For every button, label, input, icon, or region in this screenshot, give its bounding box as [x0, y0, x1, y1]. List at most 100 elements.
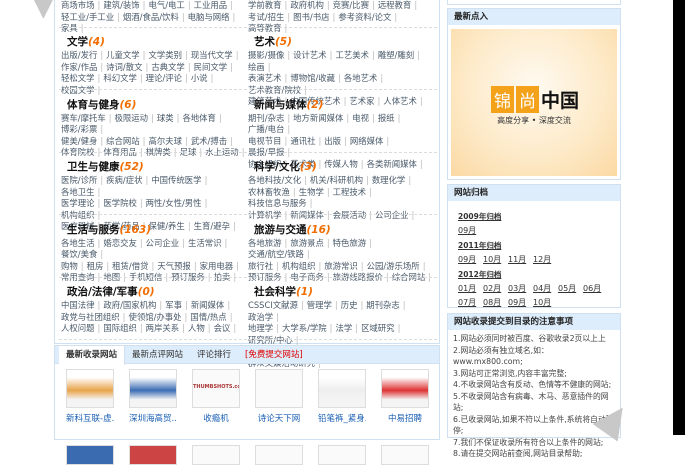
archive-year[interactable]: 2012年归档	[458, 269, 620, 280]
thumbnail-image[interactable]	[255, 369, 303, 408]
category-title[interactable]: 生活与服务	[67, 224, 120, 236]
category-heading[interactable]: 科学/文化(3)	[254, 160, 436, 175]
thumbnail-caption[interactable]: 新科互联-虚..	[66, 412, 114, 424]
category-heading[interactable]: 卫生与健康(52)	[67, 160, 249, 175]
category-link[interactable]: 远程教育	[378, 0, 412, 10]
category-link[interactable]: 政府机构	[290, 0, 324, 10]
category-link[interactable]: 摄影/摄像	[248, 50, 284, 60]
category-link[interactable]: 博物馆/收藏	[290, 73, 335, 83]
archive-month-link[interactable]: 05月	[558, 283, 583, 294]
category-link[interactable]: 农林畜牧渔	[248, 187, 290, 197]
tab-0[interactable]: 最新收录网站	[59, 346, 126, 365]
banner-ad[interactable]: 锦 尚 中国 高度分享 • 深度交流	[451, 29, 617, 176]
category-link[interactable]: 人权问题	[61, 323, 95, 333]
category-link[interactable]: 烟酒/食品/饮料	[123, 12, 179, 22]
category-link[interactable]: 租赁/借贷	[112, 261, 148, 271]
category-link[interactable]: 数理化学	[372, 175, 406, 185]
category-link[interactable]: 地理学	[248, 323, 273, 333]
category-title[interactable]: 卫生与健康	[67, 161, 120, 173]
category-link[interactable]: 古典文学	[151, 62, 185, 72]
category-link[interactable]: CSSCI文献源	[248, 300, 298, 310]
category-link[interactable]: 政府/国家机构	[103, 300, 156, 310]
category-link[interactable]: 工程技术	[333, 187, 367, 197]
category-link[interactable]: 旅游常识	[324, 261, 358, 271]
category-link[interactable]: 通讯社	[290, 136, 315, 146]
category-link[interactable]: 建筑/装饰	[103, 0, 139, 10]
category-link[interactable]: 雕塑/雕刻	[378, 50, 414, 60]
category-link[interactable]: 政党与社团组织	[61, 312, 120, 322]
category-link[interactable]: 轻工业/手工业	[61, 12, 114, 22]
category-title[interactable]: 体育与健身	[67, 99, 120, 111]
category-link[interactable]: 球类	[157, 113, 174, 123]
category-heading[interactable]: 艺术(5)	[254, 35, 436, 50]
thumbnail-image[interactable]: THUMBSHOTS.com	[192, 369, 240, 408]
category-link[interactable]: 两岸关系	[146, 323, 180, 333]
thumbnail-image[interactable]	[66, 445, 114, 465]
category-link[interactable]: 旅行社	[248, 261, 273, 271]
category-title[interactable]: 科学/文化	[254, 161, 300, 173]
category-link[interactable]: 地方新闻媒体	[293, 113, 343, 123]
category-link[interactable]: 绘画	[248, 62, 265, 72]
category-link[interactable]: 博彩/彩票	[61, 124, 97, 134]
archive-month-link[interactable]: 01月	[458, 283, 483, 294]
thumbnail-image[interactable]	[129, 369, 177, 408]
category-link[interactable]: 区域研究	[361, 323, 395, 333]
category-link[interactable]: 学前教育	[248, 0, 282, 10]
category-link[interactable]: 健美/健身	[61, 136, 97, 146]
archive-year[interactable]: 2011年归档	[458, 240, 620, 251]
tab-2[interactable]: 评论排行	[190, 346, 238, 363]
category-heading[interactable]: 旅游与交通(16)	[254, 223, 436, 238]
archive-month-link[interactable]: 03月	[508, 283, 533, 294]
category-link[interactable]: 国情/热点	[190, 312, 226, 322]
category-link[interactable]: 极限运动	[115, 113, 149, 123]
category-link[interactable]: 医学院校	[103, 198, 137, 208]
category-link[interactable]: 购物	[61, 261, 78, 271]
category-link[interactable]: 报纸	[378, 113, 395, 123]
thumbnail-caption[interactable]: 收瘾机	[192, 412, 240, 424]
thumbnail-image[interactable]	[192, 445, 240, 465]
site-thumbnail[interactable]	[381, 439, 429, 465]
category-heading[interactable]: 社会科学(1)	[254, 285, 436, 300]
category-link[interactable]: 医院/诊所	[61, 175, 97, 185]
archive-month-link[interactable]: 06月	[583, 283, 608, 294]
category-link[interactable]: 武术/搏击	[191, 136, 227, 146]
thumbnail-image[interactable]	[129, 445, 177, 465]
category-link[interactable]: 诗词/散文	[106, 62, 142, 72]
category-link[interactable]: 儿童文学	[106, 50, 140, 60]
site-thumbnail[interactable]	[192, 439, 240, 465]
category-link[interactable]: 表演艺术	[248, 73, 282, 83]
tab-1[interactable]: 最新点评网站	[125, 346, 190, 363]
category-heading[interactable]: 体育与健身(6)	[67, 98, 249, 113]
thumbnail-caption[interactable]: 铅笔裤_紧身..	[318, 412, 366, 424]
site-thumbnail[interactable]: 中易招聘	[381, 369, 429, 424]
category-link[interactable]: 综合网站	[106, 136, 140, 146]
category-link[interactable]: 公园/游乐场所	[367, 261, 420, 271]
category-link[interactable]: 现当代文学	[191, 50, 233, 60]
archive-month-link[interactable]: 09月	[458, 254, 483, 265]
archive-month-link[interactable]: 09月	[458, 225, 483, 236]
archive-month-link[interactable]: 04月	[533, 283, 558, 294]
archive-month-link[interactable]: 09月	[508, 297, 533, 308]
archive-month-link[interactable]: 10月	[533, 297, 558, 308]
category-link[interactable]: 生活常识	[188, 238, 222, 248]
category-link[interactable]: 公司企业	[146, 238, 180, 248]
category-link[interactable]: 作家/作品	[61, 62, 97, 72]
category-link[interactable]: 图书/书店	[293, 12, 329, 22]
category-title[interactable]: 旅游与交通	[254, 224, 307, 236]
category-link[interactable]: 两性/女性/男性	[146, 198, 202, 208]
category-link[interactable]: 医学理论	[61, 198, 95, 208]
category-link[interactable]: 餐饮/美食	[61, 249, 97, 259]
thumbnail-caption[interactable]: 中易招聘	[381, 412, 429, 424]
submit-site-link[interactable]: [免费提交网站]	[238, 346, 310, 363]
category-link[interactable]: 生物学	[299, 187, 324, 197]
thumbnail-caption[interactable]: 深圳海高贸..	[129, 412, 177, 424]
category-link[interactable]: 特色旅游	[333, 238, 367, 248]
category-title[interactable]: 艺术	[254, 36, 275, 48]
category-link[interactable]: 新闻媒体	[191, 300, 225, 310]
category-link[interactable]: 军事	[165, 300, 182, 310]
category-link[interactable]: 期刊/杂志	[248, 113, 284, 123]
category-link[interactable]: 电脑与网络	[188, 12, 230, 22]
category-link[interactable]: 人物	[188, 323, 205, 333]
category-title[interactable]: 政治/法律/军事	[67, 286, 138, 298]
category-link[interactable]: 高尔夫球	[148, 136, 182, 146]
